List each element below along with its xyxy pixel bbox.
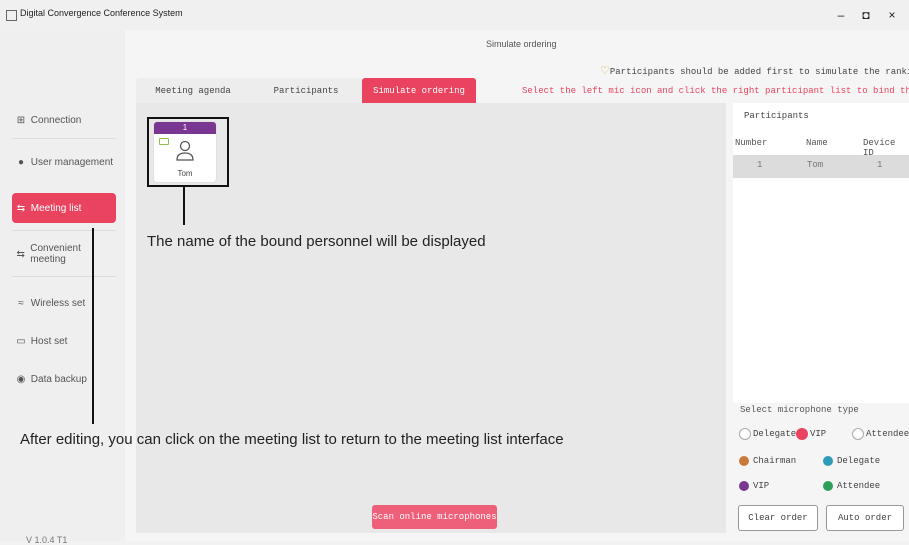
radio-delegate[interactable]: Delegate: [739, 428, 796, 440]
color-dot: [823, 456, 833, 466]
lightbulb-icon: ♡: [600, 66, 610, 78]
host-icon: ▭: [16, 335, 26, 347]
color-dot: [739, 456, 749, 466]
cell-number: 1: [757, 160, 763, 170]
auto-order-button[interactable]: Auto order: [826, 505, 904, 531]
callout-line: [92, 228, 94, 424]
sidebar-divider: [12, 230, 116, 231]
ranking-hint: ♡Participants should be added first to s…: [600, 66, 909, 78]
column-header-name: Name: [806, 138, 828, 148]
sidebar-item-wireless-set[interactable]: ≈ Wireless set: [12, 288, 116, 318]
version-label: V 1.0.4 T1: [26, 535, 68, 545]
return-annotation: After editing, you can click on the meet…: [20, 431, 564, 448]
radio-circle: [739, 428, 751, 440]
color-dot: [739, 481, 749, 491]
tab-simulate-ordering[interactable]: Simulate ordering: [362, 78, 476, 103]
minimize-button[interactable]: –: [833, 8, 849, 22]
tab-participants[interactable]: Participants: [249, 78, 363, 103]
color-dot: [823, 481, 833, 491]
bound-name-annotation: The name of the bound personnel will be …: [147, 233, 486, 250]
sidebar-item-connection[interactable]: ⊞ Connection: [12, 105, 116, 135]
legend-vip: VIP: [739, 481, 769, 491]
mic-type-label: Select microphone type: [740, 405, 859, 415]
tab-meeting-agenda[interactable]: Meeting agenda: [136, 78, 250, 103]
legend-chairman: Chairman: [739, 456, 796, 466]
app-icon: [6, 10, 17, 21]
sync-icon: ⇆: [16, 248, 25, 260]
radio-circle: [796, 428, 808, 440]
callout-line: [183, 187, 185, 225]
sidebar-item-host-set[interactable]: ▭ Host set: [12, 326, 116, 356]
sidebar-item-label: Connection: [30, 114, 82, 126]
sidebar-item-meeting-list[interactable]: ⇆ Meeting list: [12, 193, 116, 223]
sidebar-item-user-management[interactable]: ● User management: [12, 147, 116, 177]
sidebar-divider: [12, 276, 116, 277]
backup-icon: ◉: [16, 373, 26, 385]
legend-delegate: Delegate: [823, 456, 880, 466]
bind-hint: Select the left mic icon and click the r…: [522, 86, 909, 96]
radio-attendee[interactable]: Attendee: [852, 428, 909, 440]
sidebar-item-label: Host set: [30, 335, 68, 347]
cell-name: Tom: [807, 160, 824, 170]
scan-online-microphones-button[interactable]: Scan online microphones: [372, 505, 497, 529]
sidebar-item-label: Meeting list: [30, 202, 82, 214]
legend-attendee: Attendee: [823, 481, 880, 491]
participants-title: Participants: [744, 111, 809, 121]
maximize-button[interactable]: ◘: [858, 8, 874, 22]
sidebar-item-label: Wireless set: [30, 297, 86, 309]
page-title: Simulate ordering: [486, 39, 557, 49]
radio-vip[interactable]: VIP: [796, 428, 826, 440]
user-icon: ●: [17, 156, 25, 168]
wifi-icon: ≈: [18, 297, 24, 309]
sidebar-item-label: Convenient meeting: [30, 243, 81, 265]
window-title: Digital Convergence Conference System: [20, 8, 183, 18]
callout-box: [147, 117, 229, 187]
sidebar-item-convenient-meeting[interactable]: ⇆ Convenient meeting: [12, 239, 116, 269]
sidebar-item-label: User management: [30, 156, 114, 168]
network-icon: ⊞: [16, 114, 26, 126]
close-button[interactable]: ×: [884, 8, 900, 22]
column-header-number: Number: [735, 138, 768, 148]
radio-circle: [852, 428, 864, 440]
sidebar-item-data-backup[interactable]: ◉ Data backup: [12, 364, 116, 394]
sidebar-divider: [12, 138, 116, 139]
title-bar: Digital Convergence Conference System – …: [0, 0, 909, 30]
clear-order-button[interactable]: Clear order: [738, 505, 818, 531]
sync-icon: ⇆: [16, 202, 26, 214]
cell-device-id: 1: [877, 160, 883, 170]
sidebar-item-label: Data backup: [30, 373, 87, 385]
